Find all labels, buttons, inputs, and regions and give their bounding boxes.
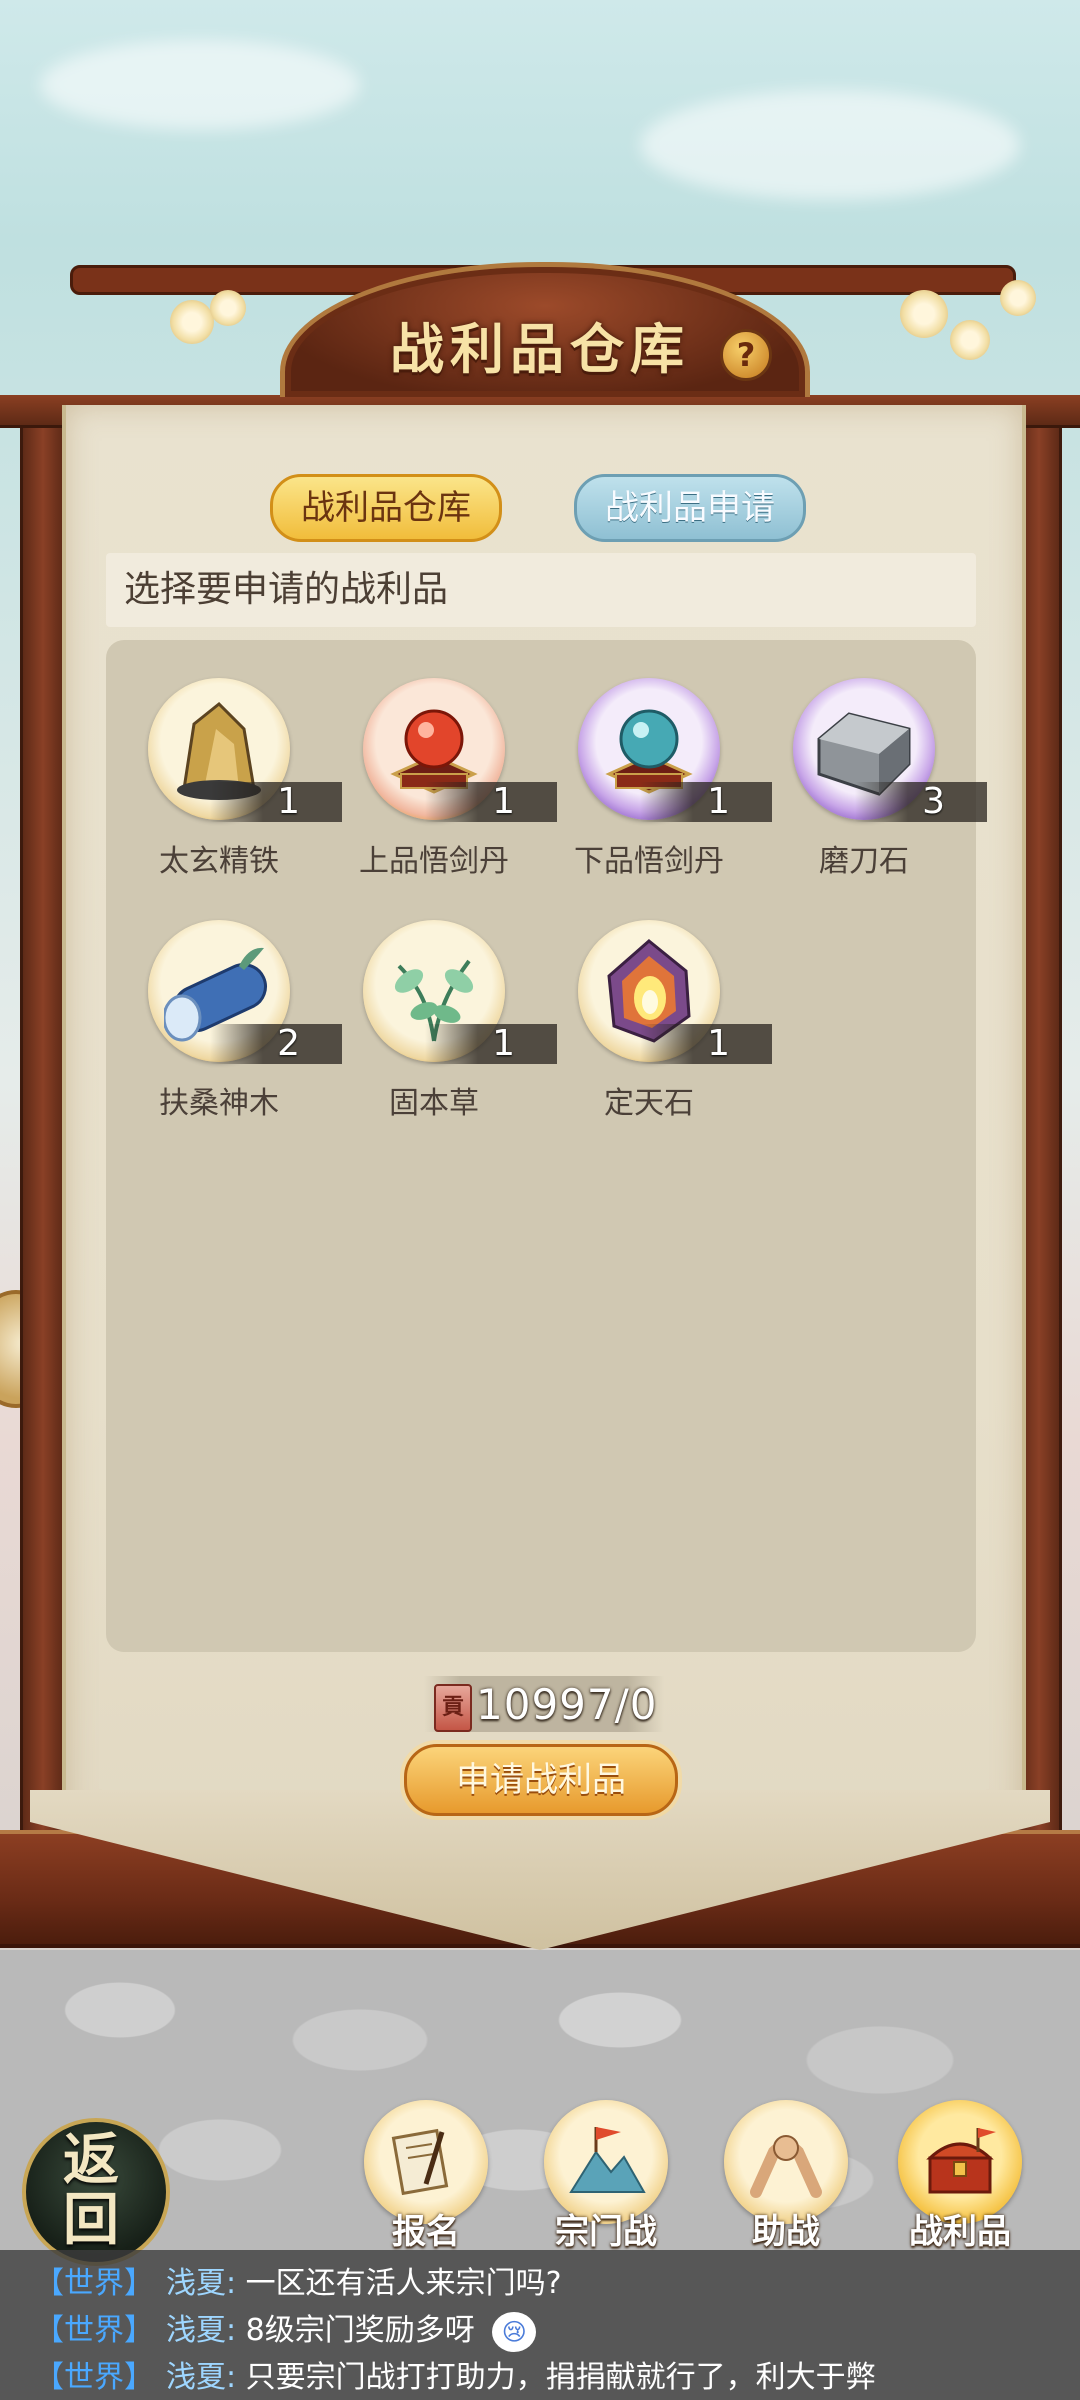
item-slot[interactable]: 1 固本草 (329, 900, 557, 1121)
item-name: 扶桑神木 (159, 1086, 279, 1121)
mountain-flag-icon (569, 2127, 646, 2193)
help-icon[interactable]: ? (720, 329, 772, 381)
nav-assist[interactable]: 助战 (716, 2100, 856, 2252)
item-slot[interactable]: 1 下品悟剑丹 (544, 658, 772, 879)
chat-message: 【世界】 浅夏: 一区还有活人来宗门吗? (34, 2258, 562, 2302)
blossom-decoration (210, 290, 246, 326)
item-name: 定天石 (604, 1086, 694, 1121)
chat-text: 8级宗门奖励多呀 (245, 2313, 475, 2348)
nav-signup[interactable]: 报名 (356, 2100, 496, 2252)
item-slot[interactable]: 1 定天石 (544, 900, 772, 1121)
tab-application[interactable]: 战利品申请 (574, 474, 806, 542)
blossom-decoration (170, 300, 214, 344)
item-name: 磨刀石 (819, 844, 909, 879)
tab-warehouse[interactable]: 战利品仓库 (270, 474, 502, 542)
item-slot[interactable]: 1 太玄精铁 (114, 658, 342, 879)
item-count: 2 (277, 1023, 300, 1064)
treasure-chest-icon (926, 2128, 996, 2194)
chat-channel: 【世界】 (34, 2360, 154, 2395)
item-name: 上品悟剑丹 (359, 844, 509, 879)
blossom-decoration (950, 320, 990, 360)
chat-text: 只要宗门战打打助力，捐捐献就行了，利大于弊 (245, 2360, 876, 2395)
chat-channel: 【世界】 (34, 2266, 154, 2301)
item-count: 1 (707, 781, 730, 822)
chat-channel: 【世界】 (34, 2313, 154, 2348)
left-post (20, 400, 66, 1886)
item-slot[interactable]: 1 上品悟剑丹 (329, 658, 557, 879)
scroll-brush-icon (391, 2128, 449, 2196)
chat-text: 一区还有活人来宗门吗? (245, 2266, 562, 2301)
nav-sect-war[interactable]: 宗门战 (536, 2100, 676, 2252)
item-slot[interactable]: 2 扶桑神木 (114, 900, 342, 1121)
item-count: 1 (707, 1023, 730, 1064)
nav-label: 报名 (392, 2212, 460, 2252)
item-name: 下品悟剑丹 (574, 844, 724, 879)
item-count: 1 (492, 1023, 515, 1064)
item-count: 1 (277, 781, 300, 822)
blossom-decoration (1000, 280, 1036, 316)
nav-loot[interactable]: 战利品 (890, 2100, 1030, 2252)
cloud-decoration (40, 40, 360, 130)
cloud-decoration (640, 90, 1020, 200)
world-chat-panel[interactable]: 【世界】 浅夏: 一区还有活人来宗门吗? 【世界】 浅夏: 8级宗门奖励多呀 😢 【… (0, 2250, 1080, 2400)
chat-user[interactable]: 浅夏: (166, 2313, 236, 2348)
apply-loot-button[interactable]: 申请战利品 (404, 1744, 678, 1816)
back-button-label: 返 回 (63, 2127, 119, 2253)
crying-emoji-icon: 😢 (492, 2311, 537, 2352)
chat-user[interactable]: 浅夏: (166, 2360, 236, 2395)
chat-user[interactable]: 浅夏: (166, 2266, 236, 2301)
item-count: 3 (922, 781, 945, 822)
chat-message: 【世界】 浅夏: 只要宗门战打打助力，捐捐献就行了，利大于弊 (34, 2352, 876, 2396)
currency-value: 10997/0 (476, 1680, 658, 1729)
nav-label: 宗门战 (555, 2212, 657, 2252)
instruction-bar: 选择要申请的战利品 (106, 553, 976, 627)
item-name: 太玄精铁 (159, 844, 279, 879)
blossom-decoration (900, 290, 948, 338)
item-name: 固本草 (389, 1086, 479, 1121)
nav-label: 助战 (752, 2212, 820, 2252)
item-slot[interactable]: 3 磨刀石 (759, 658, 987, 879)
contribution-token-icon: 貢 (434, 1684, 472, 1732)
nav-label: 战利品 (909, 2212, 1011, 2252)
item-count: 1 (492, 781, 515, 822)
chat-message: 【世界】 浅夏: 8级宗门奖励多呀 😢 (34, 2305, 537, 2352)
handshake-icon (750, 2135, 822, 2198)
